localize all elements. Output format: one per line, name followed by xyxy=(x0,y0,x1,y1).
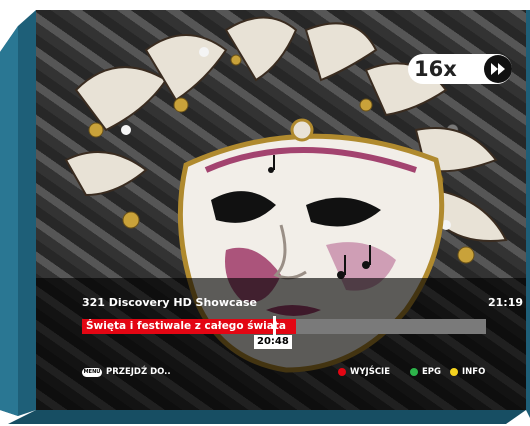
video-screen: 16x 321 Discovery HD Showcase 21:19 Świę… xyxy=(36,10,526,410)
menu-action-label[interactable]: PRZEJDŹ DO.. xyxy=(106,366,171,379)
playback-position-marker[interactable] xyxy=(273,316,276,336)
channel-name: 321 Discovery HD Showcase xyxy=(82,296,257,309)
speed-label: 16x xyxy=(414,57,457,81)
tv-frame: 16x 321 Discovery HD Showcase 21:19 Świę… xyxy=(0,0,530,426)
info-action-label[interactable]: INFO xyxy=(462,366,485,379)
fast-forward-icon xyxy=(484,55,512,83)
playback-position-time: 20:48 xyxy=(254,335,292,349)
menu-key-icon: MENU xyxy=(82,368,102,377)
program-title: Święta i festiwale z całego świata xyxy=(86,320,286,332)
yellow-key-icon xyxy=(450,368,458,376)
green-key-icon xyxy=(410,368,418,376)
exit-action-label[interactable]: WYJŚCIE xyxy=(350,366,390,379)
playback-speed-indicator: 16x xyxy=(408,54,514,84)
clock: 21:19 xyxy=(488,296,524,309)
red-key-icon xyxy=(338,368,346,376)
epg-action-label[interactable]: EPG xyxy=(422,366,441,379)
